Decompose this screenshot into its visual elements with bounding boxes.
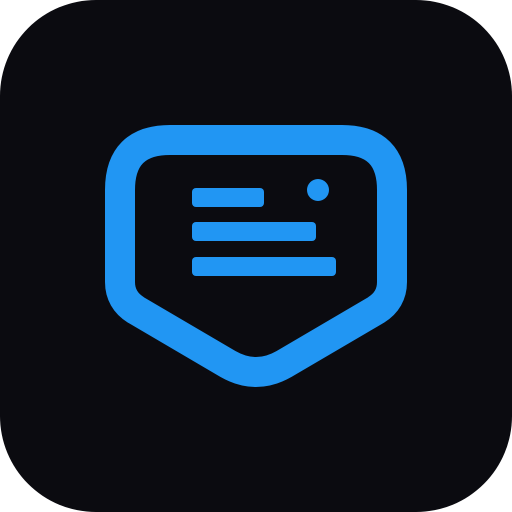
app-icon-tile: [0, 0, 512, 512]
dot-icon: [307, 179, 329, 201]
text-line-icon-2: [192, 222, 316, 241]
app-icon: [0, 0, 512, 512]
text-line-icon-3: [192, 257, 336, 276]
text-line-icon-1: [192, 188, 264, 207]
app-icon-svg: [0, 0, 512, 512]
